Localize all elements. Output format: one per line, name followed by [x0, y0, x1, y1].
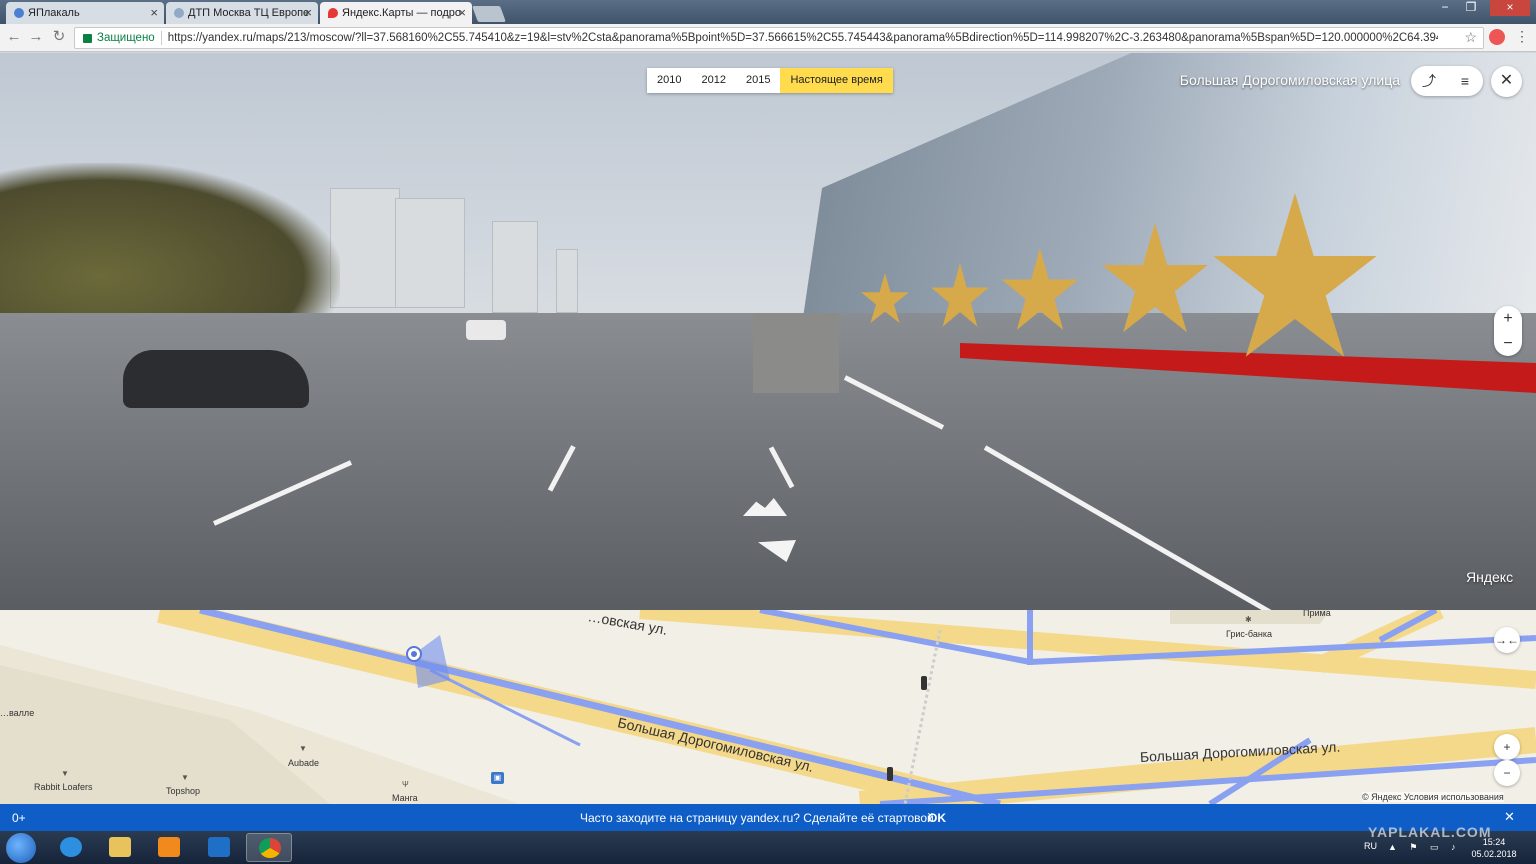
back-arrow-icon[interactable]: ←: [5, 28, 23, 46]
restaurant-icon: Ψ: [402, 780, 409, 789]
poi-icon: ✱: [1245, 615, 1252, 624]
panorama-year-selector: 2010 2012 2015 Настоящее время: [647, 68, 893, 93]
bus-stop-icon: ▣: [491, 772, 504, 784]
zoom-in-button[interactable]: +: [1494, 306, 1522, 331]
year-current-button[interactable]: Настоящее время: [780, 68, 893, 93]
browser-toolbar: ← → ↻ Защищено https://yandex.ru/maps/21…: [0, 24, 1536, 52]
taskbar-internet-explorer[interactable]: [48, 833, 94, 862]
bookmark-star-icon[interactable]: ☆: [1464, 29, 1477, 46]
year-2015-button[interactable]: 2015: [736, 68, 780, 93]
tab-title: Яндекс.Карты — подро: [342, 7, 461, 19]
map-poi-label[interactable]: …валле: [0, 708, 34, 718]
taskbar-chrome[interactable]: [246, 833, 292, 862]
map-poi-label[interactable]: Topshop: [166, 786, 200, 796]
zoom-out-button[interactable]: −: [1494, 331, 1522, 356]
minimize-window-button[interactable]: −: [1432, 0, 1458, 16]
traffic-light-icon: [887, 767, 893, 781]
map-poi-label[interactable]: Манга: [392, 793, 418, 803]
mini-map[interactable]: Большая Дорогомиловская ул. Большая Доро…: [0, 610, 1536, 804]
panorama-control-group: ⤴ ≡: [1411, 66, 1483, 96]
tab-title: ЯПлакаль: [28, 7, 80, 19]
panorama-street-title: Большая Дорогомиловская улица: [1179, 72, 1400, 88]
building: [395, 198, 465, 308]
forward-arrow-icon[interactable]: →: [27, 28, 45, 46]
collapse-map-button[interactable]: →←: [1494, 627, 1520, 653]
map-roads: [0, 610, 1536, 804]
maximize-window-button[interactable]: ❐: [1458, 0, 1484, 16]
lock-icon: [83, 33, 92, 43]
windows-start-icon[interactable]: [6, 833, 36, 863]
extension-icon[interactable]: [1489, 29, 1505, 45]
yandex-maps-pin-icon: [328, 8, 338, 18]
page-favicon-icon: [174, 8, 184, 18]
windows-taskbar: RU ▲ ⚑ ▭ ♪ 15:24 05.02.2018: [0, 831, 1536, 864]
map-zoom-out-button[interactable]: −: [1494, 760, 1520, 786]
taskbar-media-player[interactable]: [146, 833, 192, 862]
divider: [160, 31, 162, 45]
browser-menu-icon[interactable]: ⋮: [1514, 28, 1530, 46]
clock-date: 05.02.2018: [1471, 849, 1517, 859]
tab-title: ДТП Москва ТЦ Европе: [188, 7, 310, 19]
browser-tab-strip: ЯПлакаль × ДТП Москва ТЦ Европе × Яндекс…: [0, 0, 1536, 24]
secure-label: Защищено: [97, 32, 155, 44]
close-window-button[interactable]: ×: [1490, 0, 1530, 16]
shop-icon: ▼: [181, 773, 189, 782]
map-poi-label[interactable]: Rabbit Loafers: [34, 782, 93, 792]
age-rating: 0+: [12, 811, 26, 825]
panorama-zoom-control: + −: [1494, 306, 1522, 356]
map-copyright[interactable]: © Яндекс Условия использования: [1362, 792, 1504, 802]
street-panorama[interactable]: 2010 2012 2015 Настоящее время Большая Д…: [0, 53, 1536, 610]
black-car: [123, 350, 309, 408]
yaplakal-favicon-icon: [14, 8, 24, 18]
map-poi-label[interactable]: Грис-банка: [1226, 629, 1272, 639]
media-player-icon: [158, 837, 180, 857]
folder-icon: [109, 837, 131, 857]
promo-ok-button[interactable]: OK: [928, 811, 946, 825]
map-poi-label[interactable]: Прима: [1303, 610, 1331, 618]
map-poi-label[interactable]: Aubade: [288, 758, 319, 768]
taskbar-file-explorer[interactable]: [97, 833, 143, 862]
yaplakal-watermark: YAPLAKAL.COM: [1368, 824, 1492, 840]
shop-icon: ▼: [61, 769, 69, 778]
keyboard-language[interactable]: RU: [1364, 841, 1377, 851]
close-panorama-button[interactable]: ✕: [1491, 66, 1522, 97]
share-icon[interactable]: ⤴: [1411, 66, 1447, 96]
close-tab-icon[interactable]: ×: [304, 5, 312, 20]
building: [492, 221, 538, 313]
close-tab-icon[interactable]: ×: [458, 5, 466, 20]
yandex-brand-label: Яндекс: [1466, 569, 1514, 585]
building: [556, 249, 578, 313]
system-tray-icons[interactable]: ▲ ⚑ ▭ ♪: [1388, 842, 1460, 853]
chrome-icon: [259, 838, 281, 858]
reload-icon[interactable]: ↻: [50, 28, 68, 46]
shop-icon: ▼: [299, 744, 307, 753]
screen: ЯПлакаль × ДТП Москва ТЦ Европе × Яндекс…: [0, 0, 1536, 864]
new-tab-button[interactable]: [472, 6, 506, 22]
year-2012-button[interactable]: 2012: [691, 68, 735, 93]
building: [330, 188, 400, 308]
outlook-icon: [208, 837, 230, 857]
internet-explorer-icon: [60, 837, 82, 857]
taskbar-outlook[interactable]: [196, 833, 242, 862]
map-zoom-in-button[interactable]: +: [1494, 734, 1520, 760]
address-bar[interactable]: Защищено https://yandex.ru/maps/213/mosc…: [74, 27, 1484, 49]
close-tab-icon[interactable]: ×: [150, 5, 158, 20]
traffic-light-icon: [921, 676, 927, 690]
promo-message[interactable]: Часто заходите на страницу yandex.ru? Сд…: [580, 811, 934, 825]
layers-menu-icon[interactable]: ≡: [1447, 66, 1483, 96]
browser-tab[interactable]: ДТП Москва ТЦ Европе ×: [166, 2, 318, 24]
year-2010-button[interactable]: 2010: [647, 68, 691, 93]
url-text[interactable]: https://yandex.ru/maps/213/moscow/?ll=37…: [168, 32, 1438, 44]
promo-close-icon[interactable]: ✕: [1504, 809, 1515, 825]
yandex-promo-bar: 0+ Часто заходите на страницу yandex.ru?…: [0, 804, 1536, 831]
grey-truck: [753, 313, 839, 393]
browser-tab-active[interactable]: Яндекс.Карты — подро ×: [320, 2, 472, 24]
white-car: [466, 320, 506, 340]
browser-tab[interactable]: ЯПлакаль ×: [6, 2, 164, 24]
